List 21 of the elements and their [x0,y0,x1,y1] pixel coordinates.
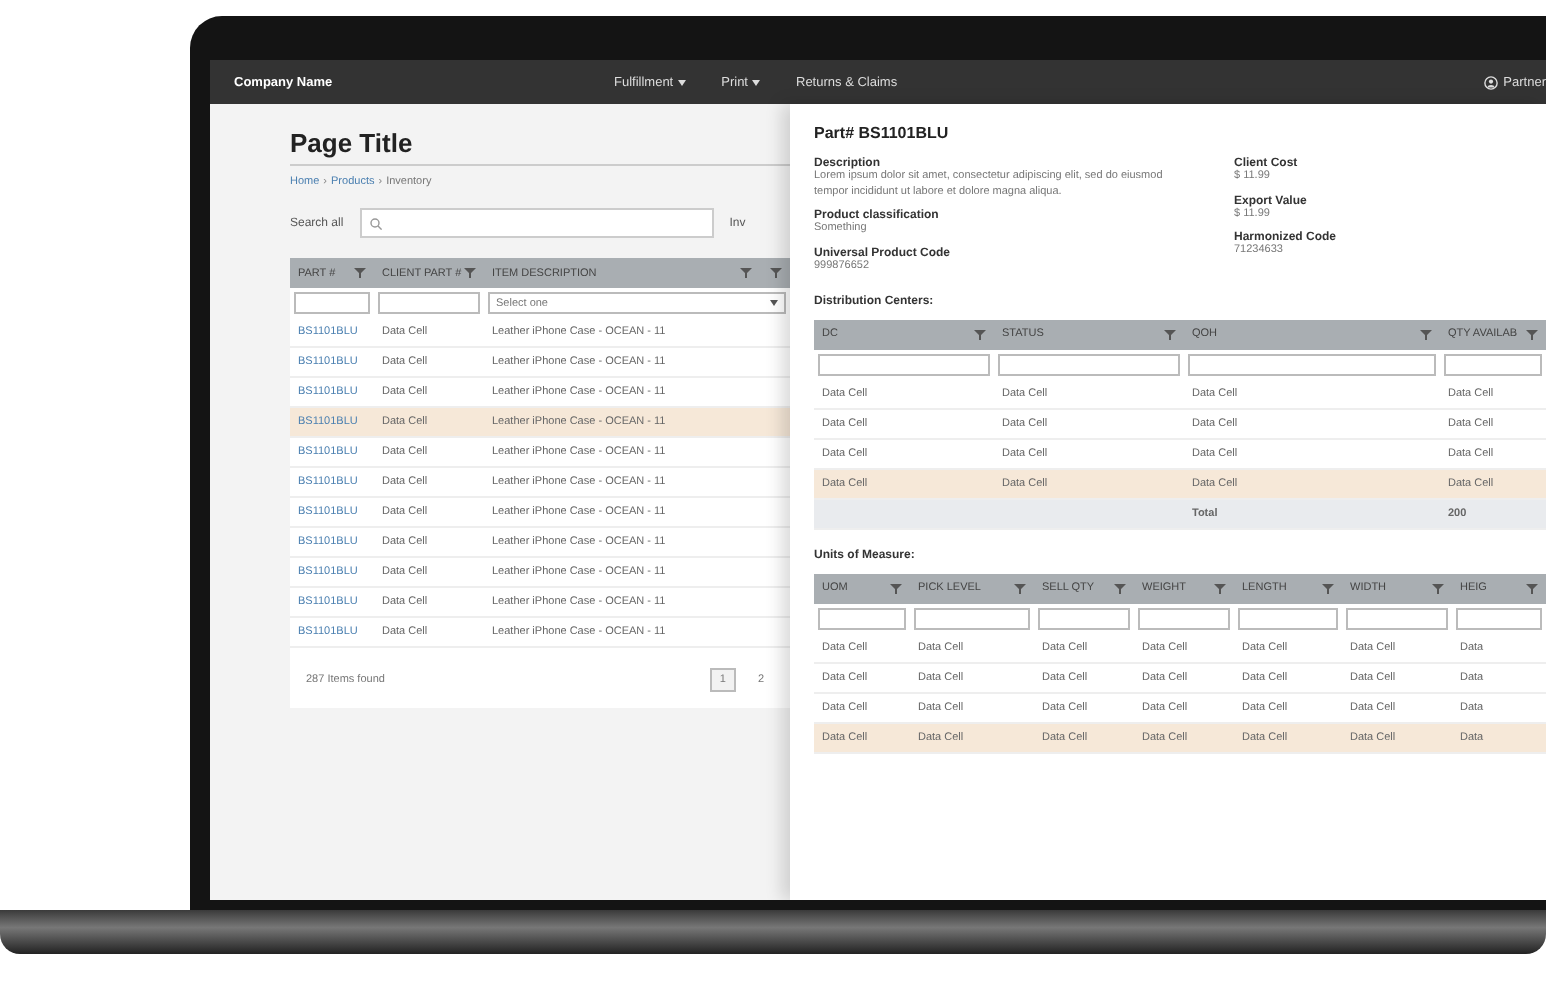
user-icon [1483,75,1498,89]
caret-icon [752,79,760,85]
filter-field[interactable] [914,607,1030,630]
filter-field[interactable] [378,292,480,314]
filter-field[interactable] [1346,607,1448,630]
caret-icon [770,300,778,306]
filter-field[interactable] [1238,607,1338,630]
page-title: Page Title [290,128,790,166]
filter-field[interactable] [294,292,370,314]
filter-field[interactable] [1038,607,1130,630]
filter-field[interactable] [818,607,906,630]
detail-title: Part# BS1101BLU [814,124,951,142]
filter-field[interactable] [1138,607,1230,630]
filter-field[interactable] [1188,353,1436,376]
search-icon [369,217,382,229]
filter-field[interactable] [998,353,1180,376]
filter-field[interactable] [1444,353,1542,376]
search-field[interactable] [359,208,714,238]
filter-field[interactable] [1456,607,1542,630]
caret-icon [677,79,686,85]
filter-field[interactable] [818,353,990,376]
